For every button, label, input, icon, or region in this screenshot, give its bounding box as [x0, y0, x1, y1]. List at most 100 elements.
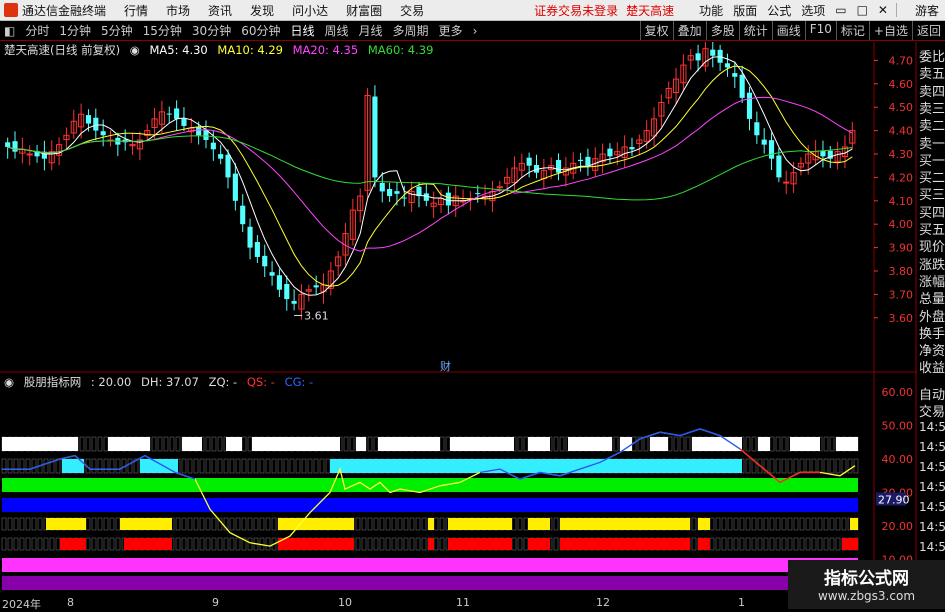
chart-area[interactable]: 4.883.61财 60.0050.0040.0030.0020.0010.00…: [0, 42, 917, 609]
period-tab-monthly[interactable]: 月线: [357, 22, 385, 39]
yellow-band-cell: [757, 517, 763, 531]
minimize-icon[interactable]: ▭: [835, 3, 846, 17]
period-tab-daily[interactable]: 日线: [288, 22, 316, 39]
menu-formula[interactable]: 公式: [767, 2, 791, 19]
candle-body-down: [166, 113, 172, 115]
yellow-band-fill: [278, 518, 354, 530]
yellow-band-cell: [397, 517, 403, 531]
white-band-fill: [450, 437, 514, 451]
multi-stock-button[interactable]: 多股: [705, 21, 739, 40]
menu-item-wealth[interactable]: 财富圈: [346, 2, 382, 19]
login-alert[interactable]: 证券交易未登录: [534, 2, 618, 19]
menu-item-news[interactable]: 资讯: [208, 2, 232, 19]
menu-options[interactable]: 选项: [801, 2, 825, 19]
adjust-button[interactable]: 复权: [639, 21, 673, 40]
toolbar-toggle-icon[interactable]: ◧: [2, 24, 17, 38]
yellow-band-cell: [721, 517, 727, 531]
red-band-cell: [7, 537, 13, 551]
yellow-band-cell: [7, 517, 13, 531]
candle-body-up: [783, 181, 790, 184]
menu-item-discover[interactable]: 发现: [250, 2, 274, 19]
red-band-cell: [229, 537, 235, 551]
back-button[interactable]: 返回: [911, 21, 945, 40]
overlay-button[interactable]: 叠加: [672, 21, 706, 40]
period-tab-5min[interactable]: 5分钟: [99, 22, 135, 39]
cyan-band-cell: [19, 458, 25, 474]
yellow-band-cell: [175, 517, 181, 531]
red-band-fill: [560, 538, 690, 550]
yellow-band-cell: [199, 517, 205, 531]
cyan-band-cell: [31, 458, 37, 474]
guest-user[interactable]: 游客: [915, 2, 939, 19]
white-band-cell: [151, 436, 157, 452]
menu-item-quotes[interactable]: 行情: [124, 2, 148, 19]
app-name: 通达信金融终端: [22, 3, 107, 18]
red-band-cell: [403, 537, 409, 551]
period-tab-more[interactable]: 更多: [437, 22, 465, 39]
period-tab-15min[interactable]: 15分钟: [141, 22, 184, 39]
menu-function[interactable]: 功能: [699, 2, 723, 19]
restore-icon[interactable]: □: [857, 3, 868, 17]
x-label-1: 1: [738, 596, 745, 609]
cyan-band-cell: [799, 458, 805, 474]
white-band-cell: [685, 436, 691, 452]
period-tab-intraday[interactable]: 分时: [23, 22, 51, 39]
menu-item-ask[interactable]: 问小达: [292, 2, 328, 19]
yellow-band-cell: [241, 517, 247, 531]
red-band-cell: [763, 537, 769, 551]
period-tab-weekly[interactable]: 周线: [323, 22, 351, 39]
y-tick-main: 3.80: [889, 265, 914, 278]
y-tick-main: 3.90: [889, 242, 914, 255]
cyan-band-cell: [193, 458, 199, 474]
menu-layout[interactable]: 版面: [733, 2, 757, 19]
menu-item-trade[interactable]: 交易: [400, 2, 424, 19]
cyan-band-cell: [787, 458, 793, 474]
draw-line-button[interactable]: 画线: [771, 21, 805, 40]
app-logo-icon: [4, 3, 18, 17]
cyan-band-cell: [241, 458, 247, 474]
yellow-band-cell: [523, 517, 529, 531]
candle-body-down: [724, 63, 731, 68]
cyan-band-cell: [301, 458, 307, 474]
quote-field-label: 收益: [919, 361, 945, 377]
chevron-right-icon[interactable]: ›: [471, 24, 480, 38]
quote-field-label: 卖一: [919, 136, 945, 152]
close-icon[interactable]: ✕: [878, 3, 888, 17]
cyan-band-cell: [769, 458, 775, 474]
current-value-label: 27.90: [878, 494, 910, 507]
candle-body-down: [100, 131, 106, 136]
white-band-fill: [528, 437, 550, 451]
red-band-cell: [115, 537, 121, 551]
current-stock-name: 楚天高速: [626, 3, 675, 18]
white-band-cell: [373, 436, 379, 452]
period-tab-multi[interactable]: 多周期: [391, 22, 431, 39]
period-tab-60min[interactable]: 60分钟: [239, 22, 282, 39]
red-band-cell: [217, 537, 223, 551]
white-band-fill: [356, 437, 366, 451]
white-band-cell: [445, 436, 451, 452]
red-band-cell: [391, 537, 397, 551]
stats-button[interactable]: 统计: [738, 21, 772, 40]
y-tick-main: 4.10: [889, 195, 914, 208]
y-tick-main: 4.60: [889, 78, 914, 91]
cyan-band-cell: [793, 458, 799, 474]
menu-item-market[interactable]: 市场: [166, 2, 190, 19]
red-band-cell: [823, 537, 829, 551]
white-band-cell: [85, 436, 91, 452]
period-tab-1min[interactable]: 1分钟: [57, 22, 93, 39]
yellow-band-cell: [781, 517, 787, 531]
white-band-cell: [679, 436, 685, 452]
yellow-band-cell: [421, 517, 427, 531]
add-watchlist-button[interactable]: +自选: [868, 21, 912, 40]
quote-field-label: 换手: [919, 326, 945, 342]
cyan-band-cell: [25, 458, 31, 474]
period-tab-30min[interactable]: 30分钟: [190, 22, 233, 39]
candle-body-down: [174, 108, 180, 119]
red-band-fill: [60, 538, 86, 550]
yellow-band-cell: [691, 517, 697, 531]
auto-trade-label[interactable]: 交易: [919, 401, 945, 420]
candle-body-down: [585, 156, 591, 166]
f10-button[interactable]: F10: [804, 21, 836, 40]
mark-button[interactable]: 标记: [835, 21, 869, 40]
trade-time: 14:56: [919, 520, 945, 534]
